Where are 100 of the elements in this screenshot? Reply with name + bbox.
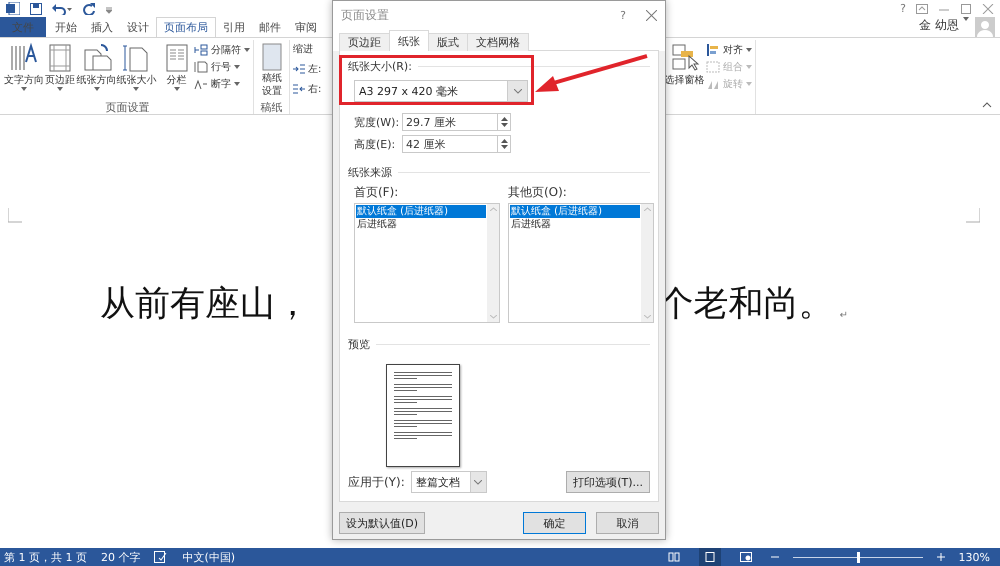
caret-icon [963,17,969,21]
section-heading: 预览 [348,337,370,352]
caret-icon [57,87,64,91]
user-name[interactable]: 金 幼恩 [919,17,959,37]
cancel-button[interactable]: 取消 [596,512,659,534]
indent-left-label: 左: [293,62,331,76]
language-indicator[interactable]: 中文(中国) [182,550,236,564]
ribbon-tab[interactable]: 插入 [84,17,120,37]
field-label: 高度(E): [354,136,396,152]
caret-icon [234,82,240,86]
manuscript-icon [260,42,284,72]
field-label: 其他页(O): [508,184,568,201]
list-item[interactable]: 后进纸器 [510,218,640,231]
apply-to-select[interactable]: 整篇文档 [410,471,487,493]
ribbon-options-icon[interactable] [916,4,928,14]
zoom-level[interactable]: 130% [958,550,990,564]
spin-button[interactable] [498,135,511,153]
ribbon-tab[interactable]: 邮件 [252,17,288,37]
scroll-down-icon [644,315,650,319]
zoom-thumb[interactable] [856,552,860,562]
ribbon-button[interactable]: 分隔符 [194,43,250,57]
print-options-button[interactable]: 打印选项(T)... [566,471,650,493]
page-icon [704,552,716,562]
collapse-ribbon-icon[interactable] [982,102,992,108]
list-item[interactable]: 默认纸盒 (后进纸器) [510,205,640,218]
group-title: 缩进 [293,42,314,57]
redo-icon[interactable] [82,2,96,14]
width-field[interactable]: 29.7 厘米 [402,113,498,131]
caret-icon [244,48,250,52]
scroll-down-icon [490,315,496,319]
paragraph-mark: ↵ [840,310,848,321]
tray-list[interactable]: 默认纸盒 (后进纸器) 后进纸器 [508,203,654,323]
caret-icon [94,87,100,91]
field-label: 宽度(W): [354,114,396,130]
dialog-tab[interactable]: 版式 [428,33,468,51]
ribbon-button[interactable]: 断字 [194,77,250,91]
set-default-button[interactable]: 设为默认值(D) [339,512,426,534]
caret-icon [234,65,240,69]
scroll-up-icon [490,207,496,211]
section-heading: 纸张大小(R): [348,59,412,74]
dialog-title: 页面设置 [341,6,389,24]
print-layout-button[interactable] [698,548,721,566]
page-count[interactable]: 第 1 页，共 1 页 [4,550,87,564]
line-numbers-icon [194,61,208,73]
spin-arrows-icon [500,116,508,128]
indent-left-icon [293,64,305,74]
maximize-icon[interactable] [960,4,972,14]
ribbon-button[interactable]: 页边距 [44,40,76,100]
indent-right-icon [293,84,305,94]
document-text: 从前有座山， [100,283,310,325]
paper-size-select[interactable]: A3 297 x 420 毫米 [354,80,528,102]
ribbon-tab[interactable]: 引用 [216,17,252,37]
ribbon-tab[interactable]: 审阅 [288,17,324,37]
globe-page-icon [740,552,752,562]
height-field[interactable]: 42 厘米 [402,135,498,153]
save-icon[interactable] [30,2,42,14]
tray-list[interactable]: 默认纸盒 (后进纸器) 后进纸器 [354,203,500,323]
caret-icon [746,65,752,69]
word-icon[interactable] [6,2,20,15]
section-heading: 纸张来源 [348,165,392,180]
ribbon-button[interactable]: 纸张方向 [78,40,116,100]
ribbon-button[interactable]: 文字方向 [5,40,43,100]
group-icon [706,61,720,73]
hyphenation-icon [194,78,208,90]
caret-icon [746,48,752,52]
help-button[interactable]: ? [620,8,626,22]
breaks-icon [194,44,208,56]
help-button[interactable]: ? [900,2,906,15]
dialog-tab[interactable]: 纸张 [389,30,429,51]
list-item[interactable]: 默认纸盒 (后进纸器) [356,205,486,218]
caret-icon [133,87,140,91]
book-icon [668,552,680,562]
group-label: 页面设置 [106,100,150,114]
scroll-up-icon [644,207,650,211]
list-item[interactable]: 后进纸器 [356,218,486,231]
undo-icon[interactable] [52,2,72,14]
ribbon-tab[interactable]: 页面布局 [156,17,216,37]
align-icon [706,44,720,56]
indent-right-label: 右: [293,82,331,96]
dialog-tab[interactable]: 页边距 [339,33,390,51]
dialog-tab[interactable]: 文档网格 [467,33,529,51]
ribbon-button[interactable]: 纸张大小 [117,40,156,100]
ok-button[interactable]: 确定 [523,512,586,534]
caret-icon [20,87,27,91]
field-label: 应用于(Y): [348,474,405,490]
ribbon-button[interactable]: 稿纸设置 [257,40,287,100]
field-label: 首页(F): [354,184,400,201]
word-count[interactable]: 20 个字 [100,550,140,564]
close-icon[interactable] [982,4,994,14]
spin-button[interactable] [498,113,511,131]
caret-icon [746,82,752,86]
proofing-icon[interactable] [154,551,168,563]
zoom-in-icon[interactable] [936,553,945,561]
close-icon[interactable] [646,10,657,20]
ribbon-button[interactable]: 选择窗格 [665,40,704,114]
ribbon-button[interactable]: 对齐 [706,43,752,57]
ribbon-tab[interactable]: 开始 [48,17,84,37]
ribbon-button[interactable]: 行号 [194,60,250,74]
ribbon-button[interactable]: 分栏 [161,40,192,100]
ribbon-tab[interactable]: 设计 [120,17,156,37]
